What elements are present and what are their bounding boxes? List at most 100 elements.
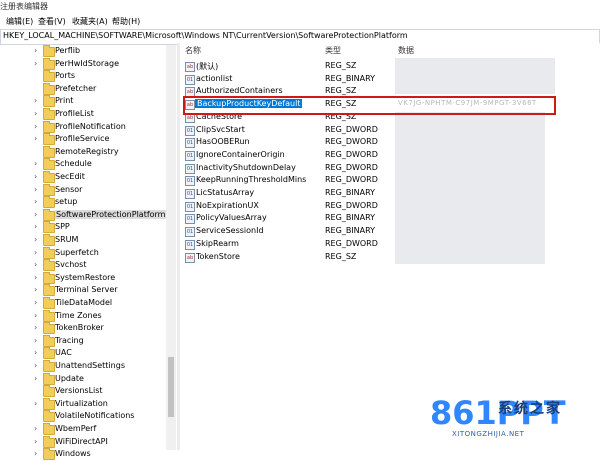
menu-edit[interactable]: 编辑(E) xyxy=(6,16,33,27)
tree-item[interactable]: › SecEdit xyxy=(0,171,170,184)
folder-icon xyxy=(43,183,55,196)
chevron-right-icon[interactable]: › xyxy=(34,449,42,459)
chevron-right-icon[interactable]: › xyxy=(34,285,42,295)
tree-item[interactable]: VolatileNotifications xyxy=(0,410,170,423)
menu-view[interactable]: 查看(V) xyxy=(38,16,66,27)
address-path: HKEY_LOCAL_MACHINE\SOFTWARE\Microsoft\Wi… xyxy=(3,31,408,40)
binary-value-icon: 01 xyxy=(185,163,195,174)
menu-bar: 编辑(E) 查看(V) 收藏夹(A) 帮助(H) xyxy=(0,14,600,29)
chevron-right-icon[interactable]: › xyxy=(34,399,42,409)
folder-icon xyxy=(43,158,55,171)
tree-item[interactable]: › TileDataModel xyxy=(0,297,170,310)
folder-icon xyxy=(43,45,55,57)
highlight-box xyxy=(183,96,556,115)
tree-item[interactable]: Prefetcher xyxy=(0,82,170,96)
tree-item-label: TileDataModel xyxy=(55,298,113,307)
column-data-header[interactable]: 数据 xyxy=(398,45,414,56)
tree-item[interactable]: › Tracing xyxy=(0,334,170,348)
tree-item[interactable]: › UnattendSettings xyxy=(0,360,170,373)
folder-icon xyxy=(43,334,55,347)
tree-item-label: Print xyxy=(55,96,74,106)
chevron-right-icon[interactable]: › xyxy=(34,46,42,56)
column-name-header[interactable]: 名称 xyxy=(185,45,201,56)
tree-item[interactable]: › Schedule xyxy=(0,158,170,171)
folder-icon xyxy=(43,297,55,309)
tree-item[interactable]: › setup xyxy=(0,196,170,209)
tree-item[interactable]: Ports xyxy=(0,70,170,83)
chevron-right-icon[interactable]: › xyxy=(34,336,42,346)
chevron-right-icon[interactable]: › xyxy=(34,134,42,144)
folder-icon xyxy=(43,372,55,385)
value-name: AuthorizedContainers xyxy=(196,86,283,96)
tree-item[interactable]: › Perflib xyxy=(0,45,170,58)
chevron-right-icon[interactable]: › xyxy=(34,96,42,106)
chevron-right-icon[interactable]: › xyxy=(34,59,42,69)
tree-item[interactable]: › Virtualization xyxy=(0,397,170,411)
tree-item[interactable]: › WbemPerf xyxy=(0,423,170,436)
tree-item[interactable]: › ProfileService xyxy=(0,133,170,146)
chevron-right-icon[interactable]: › xyxy=(34,437,42,447)
tree-item-label: Svchost xyxy=(55,260,87,270)
tree-item-label: Windows xyxy=(55,449,91,459)
tree-item-label: UnattendSettings xyxy=(55,361,125,370)
tree-item[interactable]: › ProfileList xyxy=(0,108,170,121)
folder-icon xyxy=(43,145,55,158)
chevron-right-icon[interactable]: › xyxy=(34,159,42,169)
tree-item[interactable]: › WiFiDirectAPI xyxy=(0,435,170,449)
tree-item[interactable]: › SystemRestore xyxy=(0,271,170,285)
value-name: PolicyValuesArray xyxy=(196,213,267,223)
chevron-right-icon[interactable]: › xyxy=(34,273,42,283)
folder-icon xyxy=(43,208,55,221)
chevron-right-icon[interactable]: › xyxy=(34,172,42,182)
chevron-right-icon[interactable]: › xyxy=(34,109,42,119)
tree-item-label: Ports xyxy=(55,71,76,81)
chevron-right-icon[interactable]: › xyxy=(34,235,42,245)
chevron-right-icon[interactable]: › xyxy=(34,210,42,220)
folder-icon xyxy=(43,171,55,183)
value-name: SkipRearm xyxy=(196,238,239,248)
tree-item[interactable]: › PerHwIdStorage xyxy=(0,57,170,71)
tree-item[interactable]: › SPP xyxy=(0,221,170,234)
tree-item[interactable]: › Time Zones xyxy=(0,309,170,323)
tree-item[interactable]: › Windows xyxy=(0,448,170,461)
tree-item[interactable]: › Svchost xyxy=(0,259,170,272)
tree-item[interactable]: › ProfileNotification xyxy=(0,120,170,134)
tree-item[interactable]: › UAC xyxy=(0,347,170,360)
tree-item[interactable]: › SoftwareProtectionPlatform xyxy=(0,208,170,222)
tree-item[interactable]: › SRUM xyxy=(0,234,170,247)
chevron-right-icon[interactable]: › xyxy=(34,197,42,207)
tree-item[interactable]: › Sensor xyxy=(0,183,170,197)
chevron-right-icon[interactable]: › xyxy=(34,323,42,333)
tree-item[interactable]: RemoteRegistry xyxy=(0,145,170,159)
chevron-right-icon[interactable]: › xyxy=(34,424,42,434)
folder-icon xyxy=(43,397,55,410)
tree-item[interactable]: › Print xyxy=(0,95,170,108)
tree-item-label: Tracing xyxy=(55,335,84,345)
tree-item[interactable]: › Terminal Server xyxy=(0,284,170,297)
chevron-right-icon[interactable]: › xyxy=(34,185,42,195)
chevron-right-icon[interactable]: › xyxy=(34,374,42,384)
tree-item[interactable]: › Update xyxy=(0,372,170,386)
tree-item-label: PerHwIdStorage xyxy=(55,58,120,68)
tree-scrollbar[interactable] xyxy=(166,45,176,450)
chevron-right-icon[interactable]: › xyxy=(34,298,42,308)
tree-item[interactable]: VersionsList xyxy=(0,385,170,398)
watermark-cn: 系统之家 xyxy=(498,401,562,417)
tree-item[interactable]: › Superfetch xyxy=(0,246,170,260)
chevron-right-icon[interactable]: › xyxy=(34,222,42,232)
value-type: REG_SZ xyxy=(325,61,357,70)
chevron-right-icon[interactable]: › xyxy=(34,361,42,371)
chevron-right-icon[interactable]: › xyxy=(34,122,42,132)
tree-scrollbar-thumb[interactable] xyxy=(168,357,174,417)
tree-item[interactable]: › TokenBroker xyxy=(0,322,170,335)
chevron-right-icon[interactable]: › xyxy=(34,348,42,358)
chevron-right-icon[interactable]: › xyxy=(34,248,42,258)
chevron-right-icon[interactable]: › xyxy=(34,260,42,270)
menu-favorites[interactable]: 收藏夹(A) xyxy=(72,16,108,27)
menu-help[interactable]: 帮助(H) xyxy=(112,16,140,27)
column-type-header[interactable]: 类型 xyxy=(325,45,341,56)
tree-item-label: ProfileService xyxy=(55,134,110,144)
binary-value-icon: 01 xyxy=(185,201,195,212)
value-name: IgnoreContainerOrigin xyxy=(196,149,285,159)
chevron-right-icon[interactable]: › xyxy=(34,311,42,321)
